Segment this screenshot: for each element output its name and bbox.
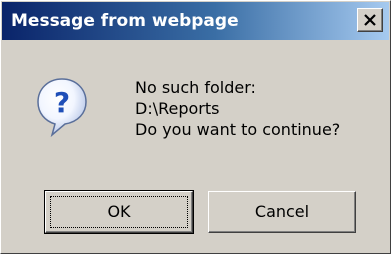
message-line: No such folder:	[135, 78, 256, 97]
cancel-button-label: Cancel	[254, 202, 310, 221]
cancel-button[interactable]: Cancel	[208, 191, 356, 233]
svg-text:?: ?	[54, 86, 70, 119]
ok-button[interactable]: OK	[44, 190, 194, 234]
ok-button-label: OK	[107, 202, 131, 221]
close-button[interactable]	[357, 8, 383, 32]
message-text: No such folder: D:\Reports Do you want t…	[135, 77, 340, 140]
message-line: Do you want to continue?	[135, 120, 341, 139]
message-line: D:\Reports	[135, 99, 220, 118]
title-bar[interactable]: Message from webpage	[2, 2, 389, 40]
message-dialog: Message from webpage ? No such folder: D…	[0, 0, 391, 254]
dialog-title: Message from webpage	[11, 11, 239, 31]
close-icon	[364, 14, 376, 26]
question-icon: ?	[37, 78, 87, 137]
